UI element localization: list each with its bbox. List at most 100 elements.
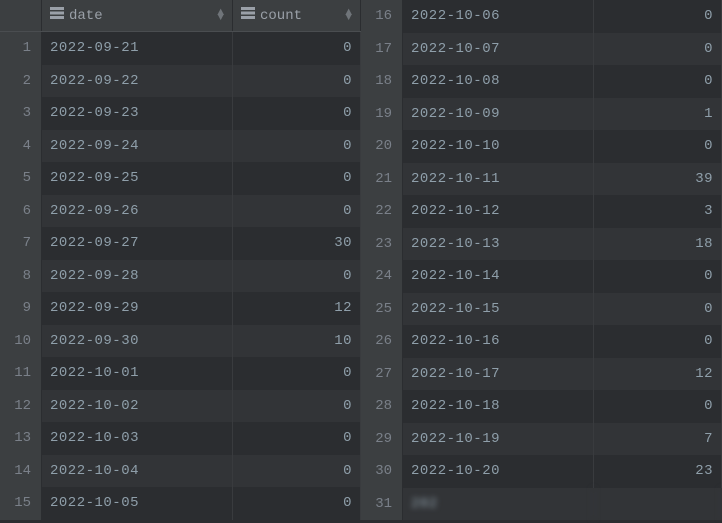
date-cell: 2022-10-07 xyxy=(403,33,594,66)
count-cell: 0 xyxy=(594,65,722,98)
table-row[interactable]: 132022-10-030 xyxy=(0,422,361,455)
table-row[interactable]: 142022-10-040 xyxy=(0,455,361,488)
date-cell: 2022-10-19 xyxy=(403,423,594,456)
table-row[interactable]: 31202 xyxy=(361,488,722,521)
table-row[interactable]: 72022-09-2730 xyxy=(0,227,361,260)
row-number-cell: 3 xyxy=(0,97,42,130)
row-number-cell: 23 xyxy=(361,228,403,261)
table-row[interactable]: 92022-09-2912 xyxy=(0,292,361,325)
table-row[interactable]: 292022-10-197 xyxy=(361,423,722,456)
row-number-cell: 12 xyxy=(0,390,42,423)
table-row[interactable]: 12022-09-210 xyxy=(0,32,361,65)
row-number-cell: 7 xyxy=(0,227,42,260)
count-cell: 0 xyxy=(233,130,361,163)
date-cell: 2022-10-08 xyxy=(403,65,594,98)
table-row[interactable]: 62022-09-260 xyxy=(0,195,361,228)
count-cell: 0 xyxy=(233,357,361,390)
count-cell: 18 xyxy=(594,228,722,261)
count-cell: 0 xyxy=(594,33,722,66)
row-number-cell: 28 xyxy=(361,390,403,423)
count-cell: 7 xyxy=(594,423,722,456)
count-cell: 23 xyxy=(594,455,722,488)
column-icon xyxy=(50,7,64,24)
row-number-cell: 20 xyxy=(361,130,403,163)
table-row[interactable]: 272022-10-1712 xyxy=(361,358,722,391)
table-row[interactable]: 222022-10-123 xyxy=(361,195,722,228)
row-number-cell: 15 xyxy=(0,487,42,520)
table-row[interactable]: 252022-10-150 xyxy=(361,293,722,326)
table-row[interactable]: 262022-10-160 xyxy=(361,325,722,358)
row-number-cell: 18 xyxy=(361,65,403,98)
date-cell: 2022-09-28 xyxy=(42,260,233,293)
table-row[interactable]: 282022-10-180 xyxy=(361,390,722,423)
table-row[interactable]: 242022-10-140 xyxy=(361,260,722,293)
date-cell: 2022-10-10 xyxy=(403,130,594,163)
row-number-cell: 4 xyxy=(0,130,42,163)
row-number-cell: 1 xyxy=(0,32,42,65)
count-cell: 0 xyxy=(233,97,361,130)
date-cell: 2022-10-09 xyxy=(403,98,594,131)
row-number-cell: 2 xyxy=(0,65,42,98)
count-cell: 0 xyxy=(594,390,722,423)
date-cell: 2022-09-29 xyxy=(42,292,233,325)
count-cell: 0 xyxy=(233,65,361,98)
count-cell: 0 xyxy=(233,455,361,488)
date-cell: 2022-09-23 xyxy=(42,97,233,130)
sort-icon[interactable]: ▲▼ xyxy=(217,11,224,21)
table-row[interactable]: 212022-10-1139 xyxy=(361,163,722,196)
row-number-cell: 26 xyxy=(361,325,403,358)
row-number-cell: 5 xyxy=(0,162,42,195)
table-row[interactable]: 82022-09-280 xyxy=(0,260,361,293)
count-cell: 0 xyxy=(233,390,361,423)
table-header-row: date ▲▼ count ▲▼ xyxy=(0,0,361,32)
table-row[interactable]: 302022-10-2023 xyxy=(361,455,722,488)
row-number-cell: 13 xyxy=(0,422,42,455)
table-row[interactable]: 42022-09-240 xyxy=(0,130,361,163)
table-row[interactable]: 152022-10-050 xyxy=(0,487,361,520)
table-row[interactable]: 162022-10-060 xyxy=(361,0,722,33)
table-row[interactable]: 122022-10-020 xyxy=(0,390,361,423)
count-cell xyxy=(594,488,722,521)
results-right-column: 162022-10-060172022-10-070182022-10-0801… xyxy=(361,0,722,523)
table-row[interactable]: 192022-10-091 xyxy=(361,98,722,131)
row-number-cell: 9 xyxy=(0,292,42,325)
table-row[interactable]: 102022-09-3010 xyxy=(0,325,361,358)
date-cell: 2022-10-04 xyxy=(42,455,233,488)
count-cell: 3 xyxy=(594,195,722,228)
table-row[interactable]: 112022-10-010 xyxy=(0,357,361,390)
date-cell: 2022-10-05 xyxy=(42,487,233,520)
count-cell: 0 xyxy=(594,130,722,163)
date-cell: 2022-09-30 xyxy=(42,325,233,358)
table-row[interactable]: 232022-10-1318 xyxy=(361,228,722,261)
table-row[interactable]: 172022-10-070 xyxy=(361,33,722,66)
row-number-cell: 16 xyxy=(361,0,403,33)
date-cell: 2022-09-26 xyxy=(42,195,233,228)
count-header-label: count xyxy=(260,8,302,24)
date-cell: 2022-10-18 xyxy=(403,390,594,423)
date-cell: 202 xyxy=(403,488,594,521)
table-row[interactable]: 52022-09-250 xyxy=(0,162,361,195)
count-cell: 0 xyxy=(233,422,361,455)
table-row[interactable]: 32022-09-230 xyxy=(0,97,361,130)
count-cell: 0 xyxy=(233,195,361,228)
table-row[interactable]: 202022-10-100 xyxy=(361,130,722,163)
date-cell: 2022-10-02 xyxy=(42,390,233,423)
date-cell: 2022-10-13 xyxy=(403,228,594,261)
date-cell: 2022-10-01 xyxy=(42,357,233,390)
count-cell: 0 xyxy=(233,32,361,65)
date-cell: 2022-10-20 xyxy=(403,455,594,488)
row-number-cell: 6 xyxy=(0,195,42,228)
count-cell: 0 xyxy=(594,325,722,358)
count-column-header[interactable]: count ▲▼ xyxy=(233,0,361,31)
table-row[interactable]: 182022-10-080 xyxy=(361,65,722,98)
sort-icon[interactable]: ▲▼ xyxy=(345,11,352,21)
table-row[interactable]: 22022-09-220 xyxy=(0,65,361,98)
row-number-header[interactable] xyxy=(0,0,42,31)
date-column-header[interactable]: date ▲▼ xyxy=(42,0,233,31)
column-icon xyxy=(241,7,255,24)
count-cell: 0 xyxy=(594,260,722,293)
row-number-cell: 29 xyxy=(361,423,403,456)
row-number-cell: 19 xyxy=(361,98,403,131)
date-cell: 2022-10-06 xyxy=(403,0,594,33)
count-cell: 1 xyxy=(594,98,722,131)
